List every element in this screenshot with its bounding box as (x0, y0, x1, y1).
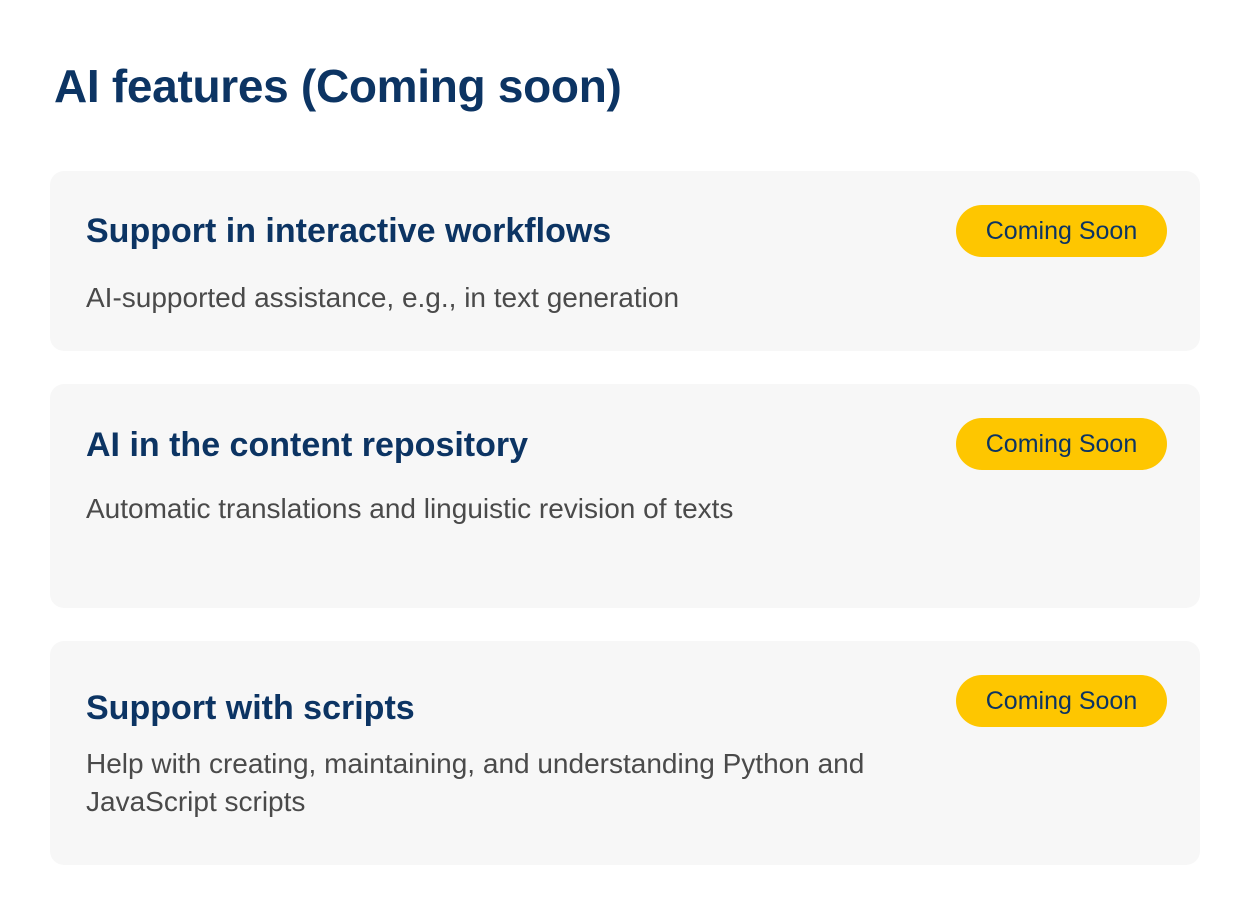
feature-card-interactive-workflows: Support in interactive workflows Coming … (50, 171, 1200, 351)
feature-title: AI in the content repository (86, 426, 529, 464)
feature-description: Help with creating, maintaining, and und… (86, 748, 865, 817)
page-title: AI features (Coming soon) (54, 60, 622, 112)
feature-card-scripts: Support with scripts Coming Soon Help wi… (50, 641, 1200, 865)
feature-title: Support in interactive workflows (86, 212, 612, 250)
coming-soon-badge: Coming Soon (956, 205, 1167, 257)
feature-description: AI-supported assistance, e.g., in text g… (86, 282, 680, 313)
coming-soon-badge: Coming Soon (956, 418, 1167, 470)
coming-soon-badge: Coming Soon (956, 675, 1167, 727)
feature-card-content-repository: AI in the content repository Coming Soon… (50, 384, 1200, 608)
feature-description: Automatic translations and linguistic re… (86, 493, 734, 524)
feature-title: Support with scripts (86, 689, 415, 727)
